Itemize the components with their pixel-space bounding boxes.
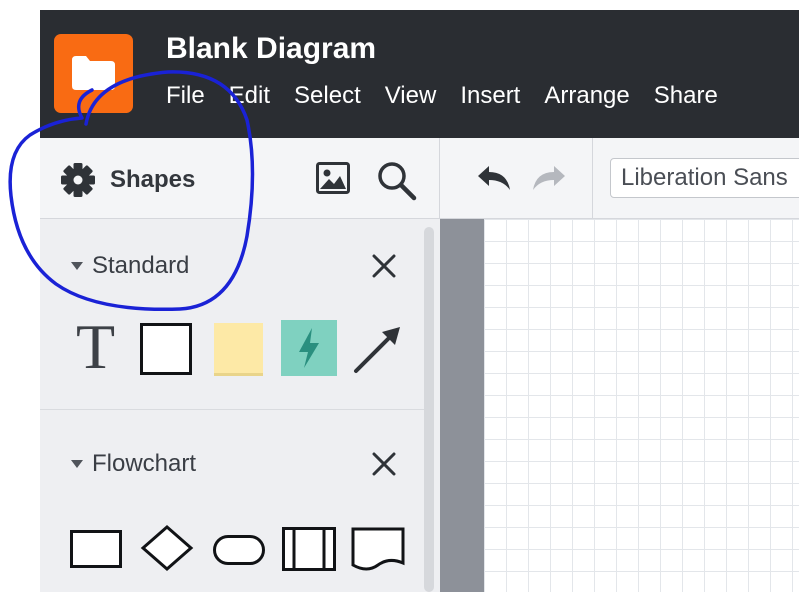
menu-bar: File Edit Select View Insert Arrange Sha…	[166, 82, 742, 110]
shape-action[interactable]	[281, 320, 337, 376]
library-divider	[40, 409, 424, 410]
menu-share[interactable]: Share	[654, 82, 718, 110]
caret-down-icon	[71, 262, 83, 270]
close-icon[interactable]	[370, 450, 398, 478]
gear-icon	[61, 163, 95, 197]
shapes-tab[interactable]: Shapes	[60, 162, 195, 198]
lightning-icon	[299, 328, 319, 368]
shape-decision[interactable]	[140, 524, 194, 572]
shape-rectangle[interactable]	[140, 323, 192, 375]
text-shape-glyph: T	[76, 311, 116, 382]
undo-icon[interactable]	[474, 163, 514, 193]
app-header: Blank Diagram File Edit Select View Inse…	[40, 10, 799, 138]
shape-sticky-note[interactable]	[214, 323, 263, 373]
shape-process[interactable]	[70, 530, 122, 568]
caret-down-icon	[71, 460, 83, 468]
toolbar: Shapes Liberation Sans	[40, 138, 799, 219]
library-label: Standard	[92, 252, 190, 279]
redo-icon[interactable]	[529, 163, 569, 193]
document-title[interactable]: Blank Diagram	[166, 32, 376, 66]
menu-arrange[interactable]: Arrange	[544, 82, 629, 110]
menu-edit[interactable]: Edit	[229, 82, 270, 110]
library-header-flowchart[interactable]: Flowchart	[70, 450, 196, 478]
search-icon[interactable]	[376, 160, 418, 202]
shape-predefined-process[interactable]	[282, 527, 336, 571]
library-header-standard[interactable]: Standard	[70, 252, 189, 280]
menu-file[interactable]: File	[166, 82, 205, 110]
toolbar-divider	[439, 138, 440, 218]
menu-select[interactable]: Select	[294, 82, 361, 110]
shape-terminator[interactable]	[213, 535, 265, 565]
menu-insert[interactable]: Insert	[460, 82, 520, 110]
diagram-canvas[interactable]	[484, 219, 799, 592]
folder-icon	[72, 56, 115, 90]
canvas-gutter	[440, 219, 484, 592]
shape-arrow[interactable]	[352, 323, 404, 375]
sidebar-scrollbar[interactable]	[424, 227, 434, 592]
font-family-select[interactable]: Liberation Sans	[610, 158, 799, 198]
shape-library-panel: Standard T Flowchart	[40, 219, 440, 592]
close-icon[interactable]	[370, 252, 398, 280]
toolbar-divider	[592, 138, 593, 218]
library-label: Flowchart	[92, 450, 197, 477]
image-icon[interactable]	[316, 162, 350, 194]
app-logo[interactable]	[54, 34, 133, 113]
shapes-tab-label: Shapes	[110, 166, 196, 193]
menu-view[interactable]: View	[385, 82, 437, 110]
shape-document[interactable]	[351, 527, 405, 573]
shape-text[interactable]: T	[76, 315, 120, 379]
